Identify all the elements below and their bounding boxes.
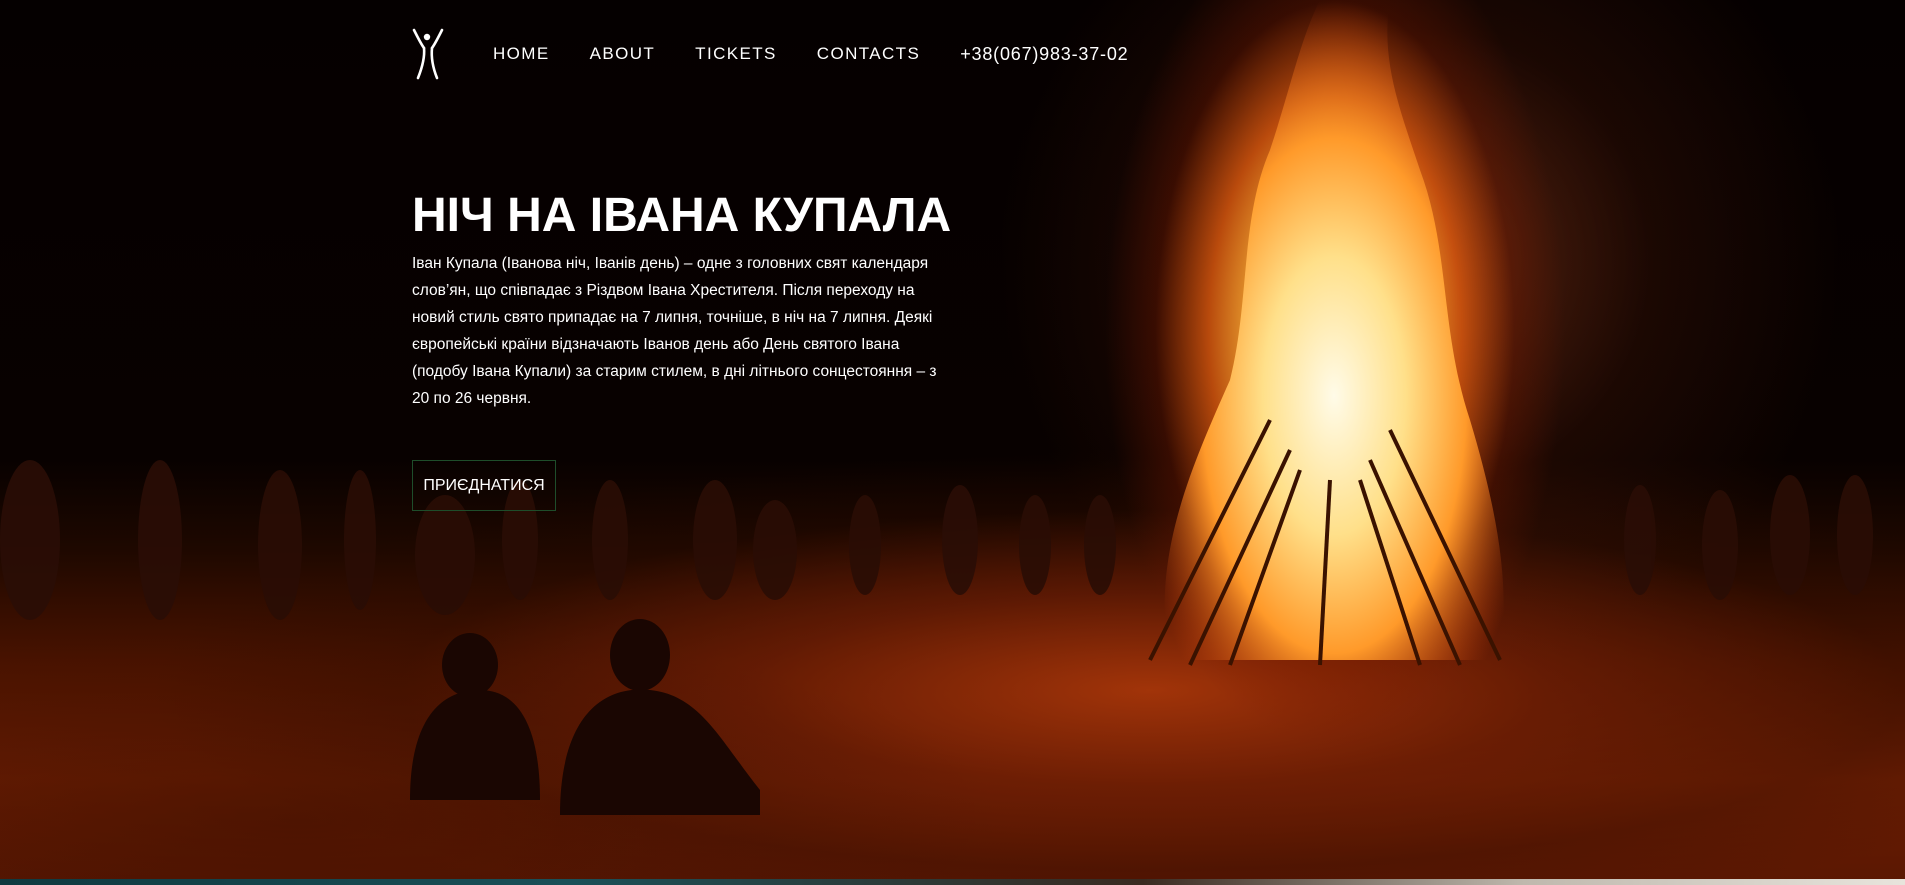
- nav-home[interactable]: HOME: [493, 44, 550, 64]
- page-title: НІЧ НА ІВАНА КУПАЛА: [412, 189, 952, 242]
- nav-tickets[interactable]: TICKETS: [695, 44, 777, 64]
- join-button[interactable]: ПРИЄДНАТИСЯ: [412, 460, 556, 511]
- hero-description: Іван Купала (Іванова ніч, Іванів день) –…: [412, 255, 937, 407]
- dancers-circle: [0, 460, 1873, 620]
- top-navigation: HOME ABOUT TICKETS CONTACTS +38(067)983-…: [412, 28, 1128, 80]
- phone-number-link[interactable]: +38(067)983-37-02: [960, 44, 1128, 65]
- bonfire-photo-illustration: [0, 0, 1873, 815]
- nav-contacts[interactable]: CONTACTS: [817, 44, 920, 64]
- nav-about[interactable]: ABOUT: [590, 44, 656, 64]
- hero-content: НІЧ НА ІВАНА КУПАЛА Іван Купала (Іванова…: [412, 186, 967, 412]
- human-figure-logo-icon[interactable]: [412, 28, 444, 80]
- bottom-edge-strip: [0, 879, 1905, 885]
- seated-viewers: [410, 619, 760, 815]
- hero-section: HOME ABOUT TICKETS CONTACTS +38(067)983-…: [0, 0, 1905, 885]
